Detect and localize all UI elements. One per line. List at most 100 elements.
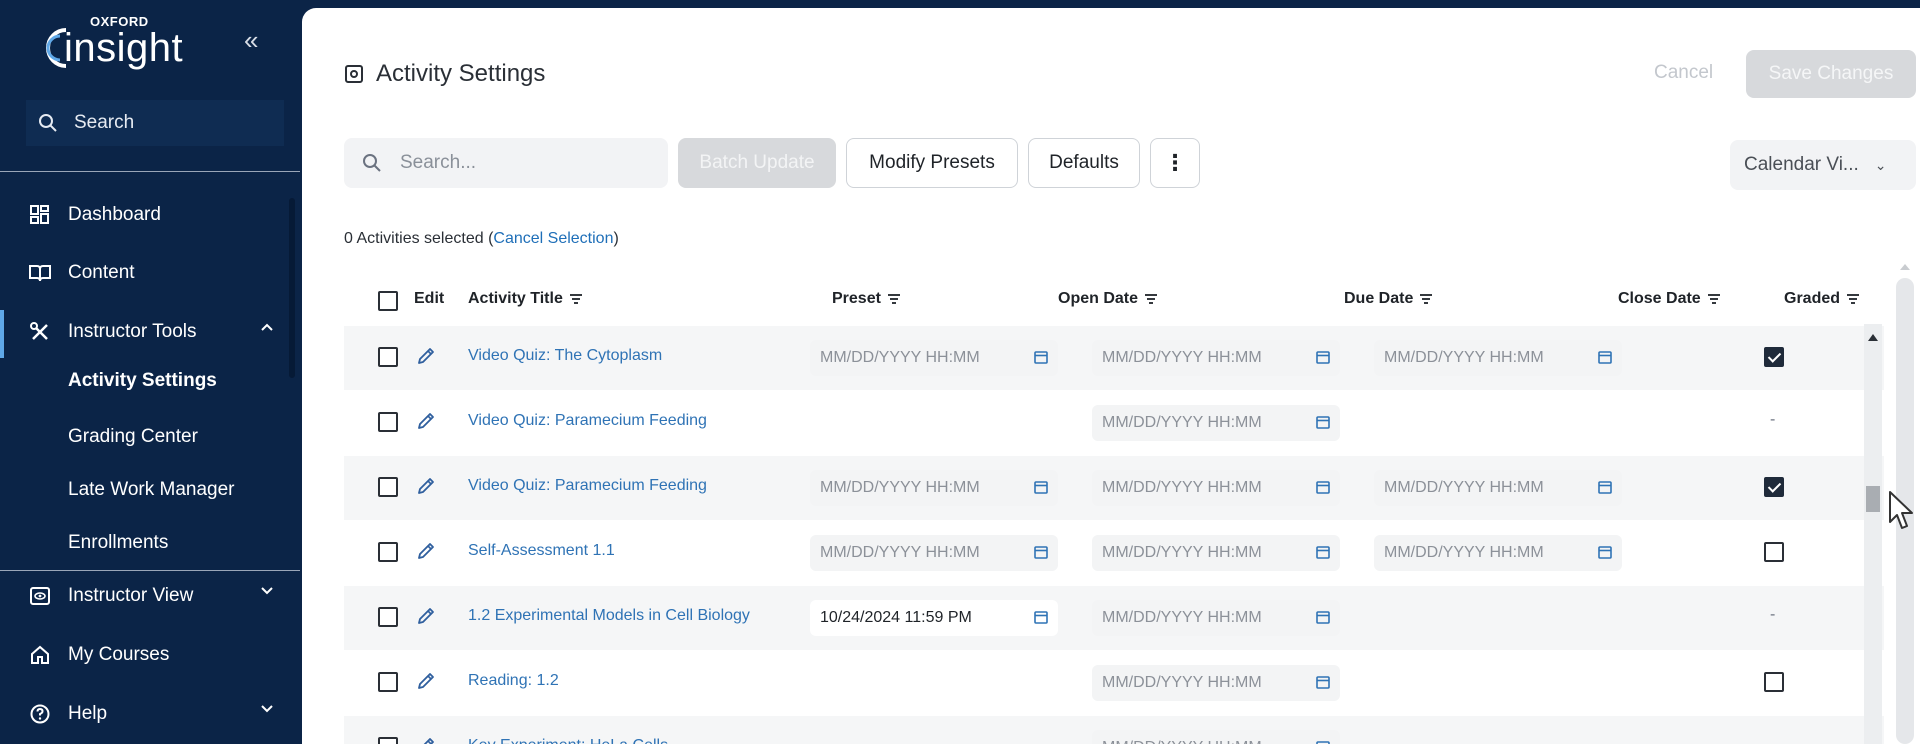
due-date-input[interactable]: MM/DD/YYYY HH:MM xyxy=(1092,340,1340,376)
row-checkbox[interactable] xyxy=(378,672,398,692)
open-date-input[interactable]: MM/DD/YYYY HH:MM xyxy=(810,535,1058,571)
cancel-button[interactable]: Cancel xyxy=(1654,62,1713,84)
scroll-up-arrow-icon[interactable] xyxy=(1868,334,1878,341)
close-date-input[interactable]: MM/DD/YYYY HH:MM xyxy=(1374,535,1622,571)
activity-search[interactable] xyxy=(344,138,668,188)
due-date-input[interactable]: MM/DD/YYYY HH:MM xyxy=(1092,665,1340,701)
sidebar-subitem-late-work-manager[interactable]: Late Work Manager xyxy=(68,479,235,501)
save-changes-button[interactable]: Save Changes xyxy=(1746,50,1916,98)
activity-title-link[interactable]: 1.2 Experimental Models in Cell Biology xyxy=(468,607,750,625)
row-checkbox[interactable] xyxy=(378,607,398,627)
defaults-button[interactable]: Defaults xyxy=(1028,138,1140,188)
edit-pencil-icon[interactable] xyxy=(416,476,436,501)
row-checkbox[interactable] xyxy=(378,477,398,497)
filter-icon[interactable] xyxy=(569,293,583,305)
col-due-date[interactable]: Due Date xyxy=(1344,290,1433,308)
sidebar-item-content[interactable]: Content xyxy=(0,251,300,295)
edit-pencil-icon[interactable] xyxy=(416,736,436,744)
sidebar-item-help[interactable]: Help xyxy=(0,692,300,736)
col-close-date[interactable]: Close Date xyxy=(1618,290,1721,308)
calendar-icon[interactable] xyxy=(1598,350,1612,369)
calendar-icon[interactable] xyxy=(1316,350,1330,369)
due-date-input[interactable]: MM/DD/YYYY HH:MM xyxy=(1092,600,1340,636)
sidebar-subitem-enrollments[interactable]: Enrollments xyxy=(68,532,168,554)
row-checkbox[interactable] xyxy=(378,347,398,367)
col-activity-title[interactable]: Activity Title xyxy=(468,290,583,308)
row-checkbox[interactable] xyxy=(378,412,398,432)
col-graded[interactable]: Graded xyxy=(1784,290,1860,308)
graded-checkbox[interactable] xyxy=(1764,672,1784,692)
filter-icon[interactable] xyxy=(887,293,901,305)
filter-icon[interactable] xyxy=(1419,293,1433,305)
calendar-icon[interactable] xyxy=(1598,480,1612,499)
table-scrollbar-thumb[interactable] xyxy=(1866,486,1880,512)
edit-pencil-icon[interactable] xyxy=(416,671,436,696)
sidebar-item-dashboard[interactable]: Dashboard xyxy=(0,193,300,237)
close-date-input[interactable]: MM/DD/YYYY HH:MM xyxy=(1374,340,1622,376)
due-date-input[interactable]: MM/DD/YYYY HH:MM xyxy=(1092,470,1340,506)
cancel-selection-link[interactable]: Cancel Selection xyxy=(493,230,613,247)
calendar-icon[interactable] xyxy=(1316,675,1330,694)
page-scroll-up-icon[interactable] xyxy=(1900,264,1910,270)
sidebar-scrollbar[interactable] xyxy=(289,198,295,378)
filter-icon[interactable] xyxy=(1144,293,1158,305)
calendar-icon[interactable] xyxy=(1034,545,1048,564)
sidebar-item-instructor-view[interactable]: Instructor View xyxy=(0,574,300,618)
row-checkbox[interactable] xyxy=(378,542,398,562)
chevron-down-icon[interactable] xyxy=(260,586,274,596)
open-date-input[interactable]: MM/DD/YYYY HH:MM xyxy=(810,470,1058,506)
edit-pencil-icon[interactable] xyxy=(416,541,436,566)
calendar-view-select[interactable]: Calendar Vi... ⌄ xyxy=(1730,140,1916,190)
calendar-icon[interactable] xyxy=(1598,545,1612,564)
graded-checkbox[interactable] xyxy=(1764,477,1784,497)
activity-title-link[interactable]: Video Quiz: Paramecium Feeding xyxy=(468,412,707,430)
calendar-icon[interactable] xyxy=(1316,740,1330,744)
due-date-input[interactable]: MM/DD/YYYY HH:MM xyxy=(1092,405,1340,441)
open-date-input[interactable]: MM/DD/YYYY HH:MM xyxy=(810,340,1058,376)
row-checkbox[interactable] xyxy=(378,737,398,744)
sidebar-search[interactable]: Search xyxy=(26,100,284,146)
search-icon xyxy=(363,154,381,172)
search-input[interactable] xyxy=(400,152,640,174)
col-open-date[interactable]: Open Date xyxy=(1058,290,1158,308)
oxford-insight-logo[interactable]: OXFORD insight xyxy=(36,12,196,72)
calendar-icon[interactable] xyxy=(1316,415,1330,434)
sidebar-divider xyxy=(0,570,300,571)
col-preset[interactable]: Preset xyxy=(832,290,901,308)
edit-pencil-icon[interactable] xyxy=(416,346,436,371)
edit-pencil-icon[interactable] xyxy=(416,606,436,631)
calendar-icon[interactable] xyxy=(1316,545,1330,564)
edit-pencil-icon[interactable] xyxy=(416,411,436,436)
collapse-sidebar-icon[interactable]: « xyxy=(244,26,258,54)
calendar-icon[interactable] xyxy=(1316,480,1330,499)
chevron-up-icon[interactable] xyxy=(260,322,274,332)
graded-checkbox[interactable] xyxy=(1764,347,1784,367)
activity-title-link[interactable]: Video Quiz: The Cytoplasm xyxy=(468,347,662,365)
due-date-input[interactable]: MM/DD/YYYY HH:MM xyxy=(1092,535,1340,571)
sidebar-subitem-grading-center[interactable]: Grading Center xyxy=(68,426,198,448)
calendar-icon[interactable] xyxy=(1316,610,1330,629)
activity-title-link[interactable]: Reading: 1.2 xyxy=(468,672,559,690)
chevron-down-icon[interactable] xyxy=(260,704,274,714)
sidebar-item-my-courses[interactable]: My Courses xyxy=(0,633,300,677)
calendar-icon[interactable] xyxy=(1034,480,1048,499)
activity-title-link[interactable]: Self-Assessment 1.1 xyxy=(468,542,615,560)
open-date-input[interactable]: 10/24/2024 11:59 PM xyxy=(810,600,1058,636)
close-date-input[interactable]: MM/DD/YYYY HH:MM xyxy=(1374,470,1622,506)
due-date-input[interactable]: MM/DD/YYYY HH:MM xyxy=(1092,730,1340,744)
filter-icon[interactable] xyxy=(1707,293,1721,305)
graded-checkbox[interactable] xyxy=(1764,542,1784,562)
calendar-icon[interactable] xyxy=(1034,610,1048,629)
sidebar-item-instructor-tools[interactable]: Instructor Tools xyxy=(0,310,300,354)
filter-icon[interactable] xyxy=(1846,293,1860,305)
select-all-checkbox[interactable] xyxy=(378,291,398,311)
more-options-button[interactable]: ⋮ xyxy=(1150,138,1200,188)
activity-title-link[interactable]: Key Experiment: HeLa Cells xyxy=(468,737,668,744)
calendar-icon[interactable] xyxy=(1034,350,1048,369)
dashboard-icon xyxy=(28,203,52,227)
modify-presets-button[interactable]: Modify Presets xyxy=(846,138,1018,188)
batch-update-button[interactable]: Batch Update xyxy=(678,138,836,188)
sidebar-subitem-activity-settings[interactable]: Activity Settings xyxy=(68,370,217,392)
table-scrollbar-track[interactable] xyxy=(1864,324,1882,744)
activity-title-link[interactable]: Video Quiz: Paramecium Feeding xyxy=(468,477,707,495)
